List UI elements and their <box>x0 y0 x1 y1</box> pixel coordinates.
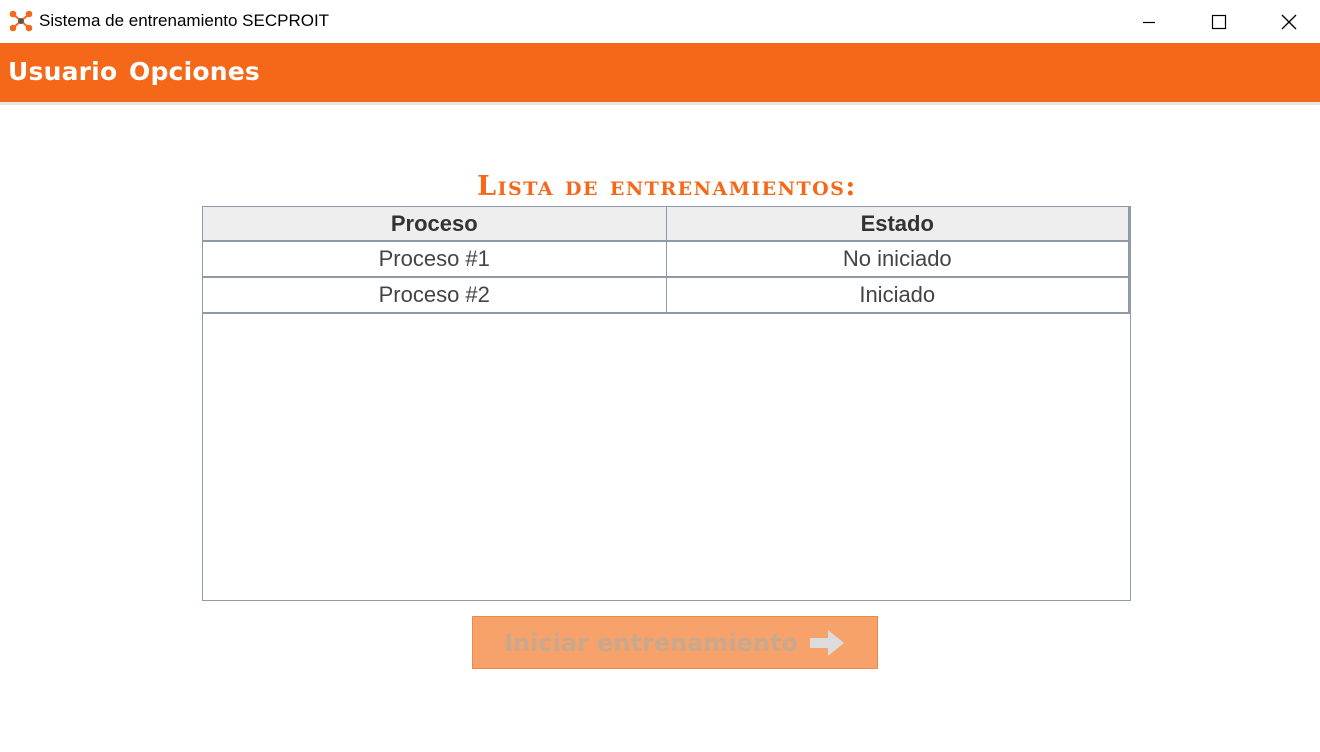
maximize-button[interactable] <box>1184 0 1254 43</box>
cell-proceso[interactable]: Proceso #1 <box>203 241 667 278</box>
close-button[interactable] <box>1254 0 1320 43</box>
arrow-right-icon <box>809 629 844 656</box>
cell-proceso[interactable]: Proceso #2 <box>203 277 667 314</box>
start-training-label: Iniciar entrenamiento <box>504 628 798 657</box>
training-table: Proceso Estado Proceso #1 No iniciado Pr… <box>202 206 1131 601</box>
training-list-heading: Lista de entrenamientos: <box>477 171 857 202</box>
close-icon <box>1281 14 1297 29</box>
cell-estado[interactable]: Iniciado <box>666 277 1130 314</box>
cell-estado[interactable]: No iniciado <box>666 241 1130 278</box>
training-table-grid: Proceso Estado Proceso #1 No iniciado Pr… <box>203 207 1130 314</box>
table-row[interactable]: Proceso #2 Iniciado <box>203 277 1130 314</box>
menu-opciones[interactable]: Opciones <box>129 57 260 86</box>
minimize-button[interactable] <box>1114 0 1184 43</box>
menu-usuario[interactable]: Usuario <box>8 57 117 86</box>
column-header-estado[interactable]: Estado <box>666 207 1130 242</box>
maximize-icon <box>1211 14 1227 29</box>
window-titlebar: Sistema de entrenamiento SECPROIT <box>0 0 1320 43</box>
menu-bar: Usuario Opciones <box>0 43 1320 105</box>
window-title: Sistema de entrenamiento SECPROIT <box>39 11 330 30</box>
app-logo-icon <box>9 10 33 32</box>
start-training-button[interactable]: Iniciar entrenamiento <box>472 616 878 669</box>
table-row[interactable]: Proceso #1 No iniciado <box>203 241 1130 278</box>
table-header-row: Proceso Estado <box>203 207 1130 242</box>
minimize-icon <box>1143 21 1155 23</box>
column-header-proceso[interactable]: Proceso <box>203 207 667 242</box>
